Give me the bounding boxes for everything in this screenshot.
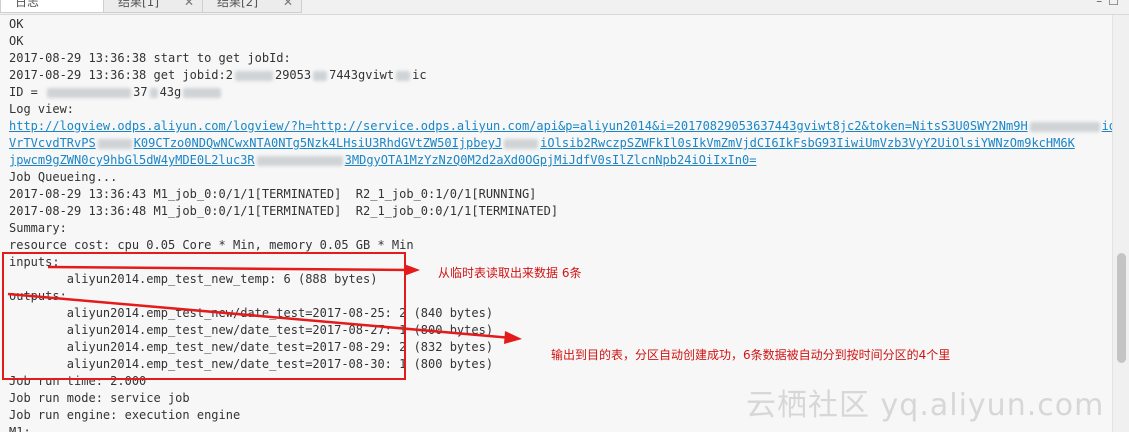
annotation-arrow-line [47,265,415,272]
annotation-arrowhead [404,264,420,276]
annotation-note-inputs: 从临时表读取出来数据 6条 [438,266,582,280]
watermark: 云栖社区 yq.aliyun.com [746,388,1105,423]
annotation-arrows [7,264,522,344]
annotation-arrow-line [7,292,513,340]
annotation-arrowhead [504,331,522,344]
annotation-note-outputs: 输出到目的表，分区自动创建成功，6条数据被自动分到按时间分区的4个里 [551,348,951,362]
